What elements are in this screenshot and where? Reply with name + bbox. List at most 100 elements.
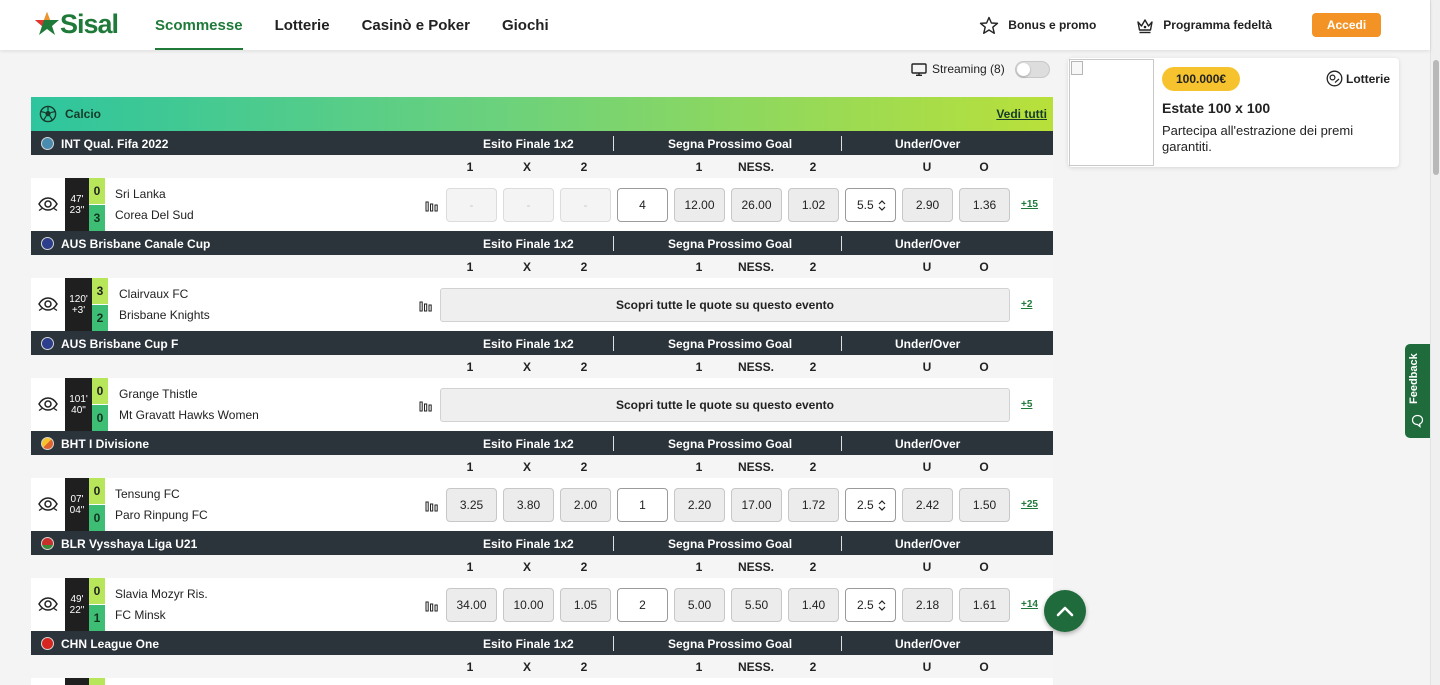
away-team[interactable]: Mt Gravatt Hawks Women [119,408,259,422]
home-team[interactable]: Slavia Mozyr Ris. [115,587,208,601]
discover-odds-button[interactable]: Scopri tutte le quote su questo evento [440,288,1010,322]
odd-2[interactable]: 2.00 [560,488,611,522]
odd-over[interactable]: 1.36 [959,188,1010,222]
page-scrollbar[interactable] [1430,0,1440,685]
crown-icon [1137,18,1153,33]
more-markets-link[interactable]: +5 [1021,399,1032,410]
odd-1[interactable]: 34.00 [446,588,497,622]
stats-chart-icon[interactable] [425,600,439,612]
eye-icon[interactable] [38,496,58,512]
odd-over[interactable]: 1.50 [959,488,1010,522]
lottery-category-label: Lotterie [1345,71,1390,86]
goal-number-field[interactable]: 1 [617,488,668,522]
sel-label-1: 1 [466,460,474,474]
top-bar: Sisal Scommesse Lotterie Casinò e Poker … [0,0,1430,50]
stats-chart-icon[interactable] [419,400,433,412]
odd-goal-2[interactable]: 1.40 [788,588,839,622]
match-clock: 47' 23" [65,178,89,231]
event-row[interactable]: 120' +3' 3 2 Clairvaux FC Brisbane Knigh… [31,278,1053,331]
eye-icon[interactable] [38,196,58,212]
clock-minutes: 49' [70,593,84,605]
sel-label-1: 1 [466,660,474,674]
odd-goal-2[interactable]: 1.02 [788,188,839,222]
lottery-promo-card[interactable]: 100.000€ Lotterie Estate 100 x 100 Parte… [1068,58,1399,167]
home-team[interactable]: Sri Lanka [115,187,166,201]
china-flag-icon [41,637,54,650]
nav-lotterie[interactable]: Lotterie [275,0,330,50]
nav-giochi[interactable]: Giochi [502,0,549,50]
goal-number-field[interactable]: 4 [617,188,668,222]
goal-number-field[interactable]: 2 [617,588,668,622]
divider [613,336,614,351]
home-team[interactable]: Grange Thistle [119,387,198,401]
league-name: CHN League One [61,637,160,651]
event-row[interactable]: 07' 04" 0 0 Tensung FC Paro Rinpung FC 3… [31,478,1053,531]
eye-icon[interactable] [38,596,58,612]
odd-goal-none[interactable]: 26.00 [731,188,782,222]
sisal-logo[interactable]: Sisal [34,8,119,40]
odd-goal-none[interactable]: 17.00 [731,488,782,522]
sel-label-none: NESS. [737,460,775,474]
eye-icon[interactable] [38,296,58,312]
threshold-select[interactable]: 2.5 [845,488,896,522]
odd-over[interactable]: 1.61 [959,588,1010,622]
event-row[interactable]: 49' 22" 0 1 Slavia Mozyr Ris. FC Minsk 3… [31,578,1053,631]
stats-chart-icon[interactable] [419,300,433,312]
more-markets-link[interactable]: +14 [1021,599,1038,610]
away-score: 3 [89,205,105,231]
odd-under[interactable]: 2.90 [902,188,953,222]
odd-2: - [560,188,611,222]
scroll-to-top-button[interactable] [1044,590,1086,632]
more-markets-link[interactable]: +25 [1021,499,1038,510]
odd-goal-1[interactable]: 2.20 [674,488,725,522]
nav-casino-poker[interactable]: Casinò e Poker [362,0,470,50]
discover-odds-button[interactable]: Scopri tutte le quote su questo evento [440,388,1010,422]
selection-header: 1 X 2 1 NESS. 2 U O [31,155,1053,178]
more-markets-link[interactable]: +15 [1021,199,1038,210]
away-team[interactable]: Corea Del Sud [115,208,194,222]
odd-goal-1[interactable]: 12.00 [674,188,725,222]
sel-label-goal-2: 2 [809,160,817,174]
stats-chart-icon[interactable] [425,500,439,512]
eye-icon[interactable] [38,396,58,412]
odd-x[interactable]: 10.00 [503,588,554,622]
more-markets-link[interactable]: +2 [1021,299,1032,310]
threshold-select[interactable]: 5.5 [845,188,896,222]
sel-label-goal-1: 1 [695,160,703,174]
odd-1[interactable]: 3.25 [446,488,497,522]
divider [841,236,842,251]
match-clock: 101' 40" [65,378,92,431]
nav-scommesse[interactable]: Scommesse [155,0,243,50]
chat-bubble-icon [1411,414,1424,428]
market-header-1x2: Esito Finale 1x2 [483,337,574,351]
sel-label-over: O [979,660,989,674]
toggle-knob [1016,62,1030,76]
odd-goal-1[interactable]: 5.00 [674,588,725,622]
login-button[interactable]: Accedi [1312,13,1381,37]
match-clock: 07' 04" [65,478,89,531]
event-row[interactable]: 47' 23" 0 3 Sri Lanka Corea Del Sud - - … [31,178,1053,231]
match-clock [65,678,89,685]
odd-x[interactable]: 3.80 [503,488,554,522]
away-team[interactable]: Brisbane Knights [119,308,210,322]
event-row[interactable]: 101' 40" 0 0 Grange Thistle Mt Gravatt H… [31,378,1053,431]
sel-label-over: O [979,560,989,574]
bonus-promo-link[interactable]: Bonus e promo [979,16,1096,35]
divider [841,536,842,551]
loyalty-link[interactable]: Programma fedeltà [1136,17,1272,34]
see-all-link[interactable]: Vedi tutti [996,107,1047,121]
streaming-toggle[interactable] [1014,60,1050,78]
threshold-select[interactable]: 2.5 [845,588,896,622]
home-team[interactable]: Tensung FC [115,487,180,501]
home-team[interactable]: Clairvaux FC [119,287,188,301]
odd-goal-none[interactable]: 5.50 [731,588,782,622]
odd-under[interactable]: 2.18 [902,588,953,622]
odd-2[interactable]: 1.05 [560,588,611,622]
odd-goal-2[interactable]: 1.72 [788,488,839,522]
away-team[interactable]: Paro Rinpung FC [115,508,208,522]
scrollbar-thumb[interactable] [1433,60,1439,175]
stats-chart-icon[interactable] [425,200,439,212]
odd-under[interactable]: 2.42 [902,488,953,522]
feedback-tab[interactable]: Feedback [1405,344,1430,438]
away-team[interactable]: FC Minsk [115,608,166,622]
